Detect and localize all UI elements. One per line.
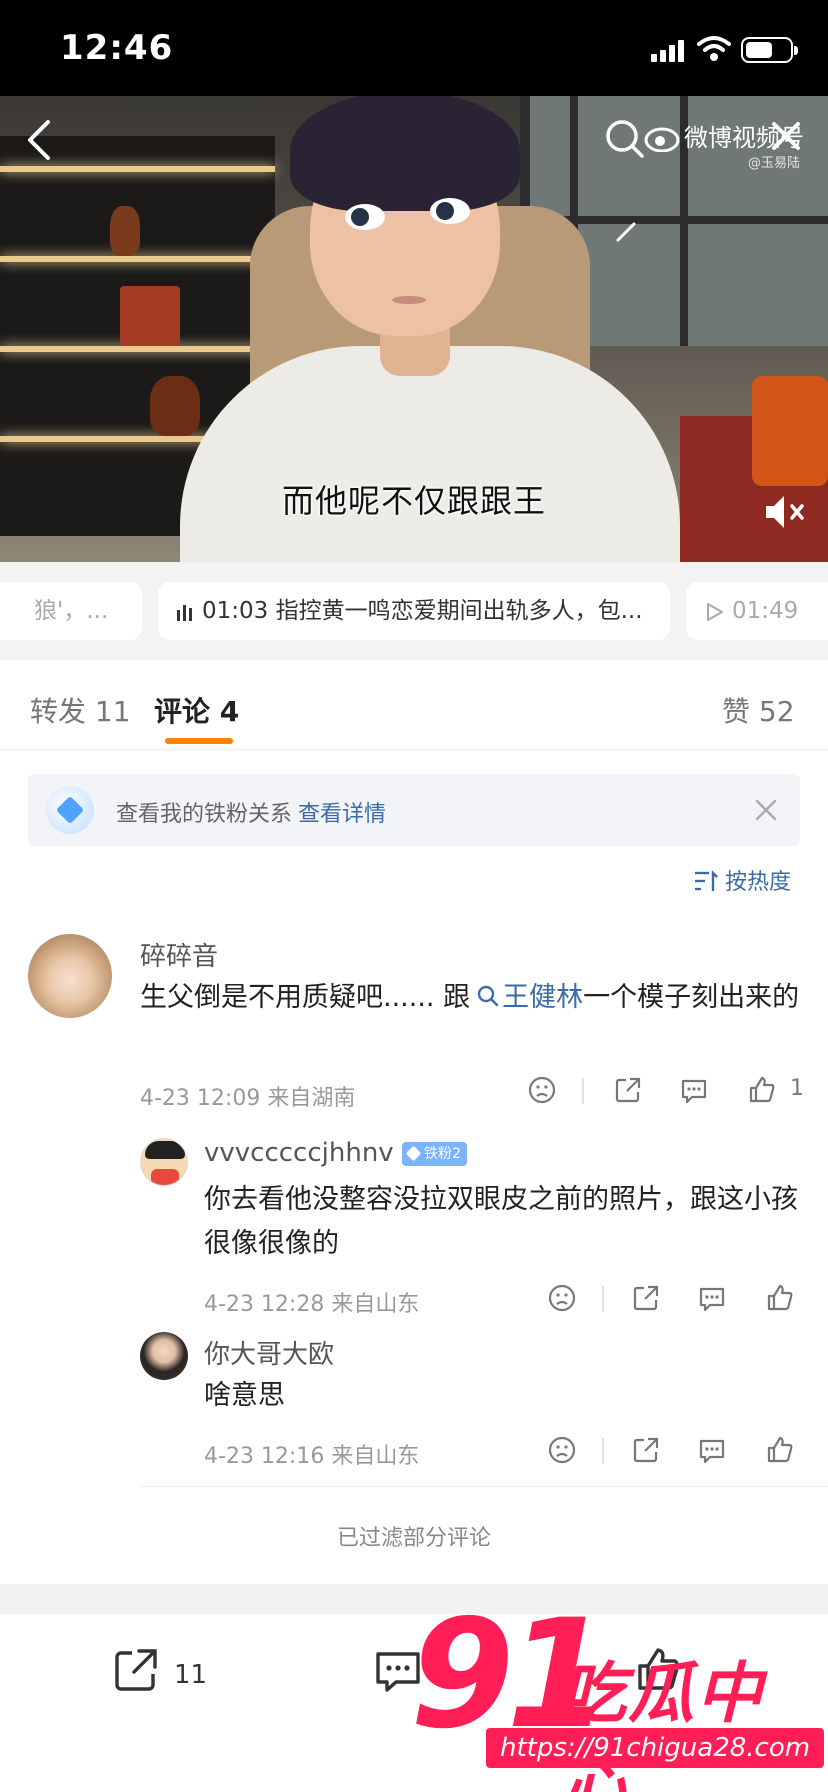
chapter-label: 01:03 指控黄一鸣恋爱期间出轨多人，包... — [202, 598, 643, 624]
fan-banner-text: 查看我的铁粉关系 查看详情 — [116, 796, 386, 828]
reply-meta: 4-23 12:16 来自山东 — [204, 1444, 420, 1469]
comment-divider — [140, 1486, 828, 1487]
badge-label: 铁粉2 — [424, 1146, 461, 1162]
fan-level-badge: 铁粉2 — [402, 1142, 467, 1166]
reply-author[interactable]: 你大哥大欧 — [204, 1334, 334, 1371]
repost-button[interactable]: 11 — [110, 1644, 230, 1704]
video-player[interactable]: 而他呢不仅跟跟王 微博视频号 @玉易陆 — [0, 96, 828, 562]
video-subtitle: 而他呢不仅跟跟王 — [281, 482, 546, 520]
fan-relationship-banner[interactable]: 查看我的铁粉关系 查看详情 — [28, 774, 800, 846]
reply-icon[interactable] — [696, 1434, 728, 1466]
reply-icon[interactable] — [678, 1074, 710, 1106]
tab-repost[interactable]: 转发 11 — [30, 690, 131, 730]
reply-actions — [546, 1282, 806, 1318]
reply-author[interactable]: vvvcccccjhhnv — [204, 1138, 394, 1168]
sort-label: 按热度 — [725, 870, 792, 895]
avatar[interactable] — [140, 1138, 188, 1186]
share-icon[interactable] — [630, 1434, 662, 1466]
person-body — [180, 346, 680, 562]
chapter-chip[interactable]: 狼'，... — [0, 582, 142, 640]
avatar[interactable] — [28, 934, 112, 1018]
search-icon — [477, 985, 499, 1007]
filtered-comments-note: 已过滤部分评论 — [336, 1526, 491, 1551]
comment-author[interactable]: 碎碎音 — [140, 936, 218, 973]
chapter-chip[interactable]: 01:49 — [686, 582, 828, 640]
back-arrow-icon[interactable] — [20, 116, 60, 164]
view-details-link[interactable]: 查看详情 — [298, 802, 386, 827]
comment-text-part: 生父倒是不用质疑吧...... 跟 — [140, 982, 471, 1013]
repost-icon — [115, 1649, 157, 1691]
dislike-face-icon[interactable] — [546, 1434, 578, 1466]
watermark-text: 吃瓜中心 — [560, 1655, 764, 1792]
share-icon[interactable] — [612, 1074, 644, 1106]
weibo-logo-icon — [644, 127, 680, 152]
play-icon — [707, 602, 723, 621]
share-icon[interactable] — [630, 1282, 662, 1314]
tab-comments[interactable]: 评论 4 — [154, 690, 239, 730]
wifi-icon — [697, 36, 731, 61]
playing-bars-icon — [177, 604, 192, 621]
sort-by-hot-button[interactable]: 按热度 — [693, 864, 791, 896]
sort-icon — [695, 870, 718, 891]
avatar-eye — [430, 198, 470, 224]
chapter-label: 01:49 — [732, 598, 799, 624]
tab-likes[interactable]: 赞 52 — [722, 690, 795, 730]
comment-text-part: 一个模子刻出来的 — [583, 982, 800, 1013]
status-time: 12:46 — [60, 28, 174, 68]
avatar-mouth — [392, 296, 426, 304]
fan-banner-label: 查看我的铁粉关系 — [116, 802, 293, 827]
chapter-label: 狼'，... — [34, 598, 109, 624]
diamond-fan-icon — [46, 786, 94, 834]
like-icon[interactable] — [746, 1074, 778, 1106]
active-tab-indicator — [165, 738, 233, 744]
reply-text: 你去看他没整容没拉双眼皮之前的照片，跟这小孩很像很像的 — [204, 1184, 798, 1259]
avatar-eye — [345, 204, 385, 230]
action-divider — [582, 1078, 584, 1104]
like-icon[interactable] — [764, 1434, 796, 1466]
mention-link[interactable]: 王健林 — [502, 982, 583, 1013]
chapter-strip[interactable]: 狼'，... 01:03 指控黄一鸣恋爱期间出轨多人，包... 01:49 — [0, 562, 828, 660]
close-icon[interactable] — [766, 116, 806, 156]
action-divider — [602, 1438, 604, 1464]
repost-count: 11 — [174, 1660, 208, 1690]
orange-box — [752, 376, 828, 486]
edit-icon[interactable] — [612, 216, 642, 246]
like-icon[interactable] — [764, 1282, 796, 1314]
close-icon[interactable] — [750, 794, 782, 826]
watermark-url: https://91chigua28.com — [486, 1728, 825, 1768]
comment-text: 生父倒是不用质疑吧...... 跟王健林一个模子刻出来的 — [140, 976, 800, 1020]
chapter-chip-active[interactable]: 01:03 指控黄一鸣恋爱期间出轨多人，包... — [158, 582, 670, 640]
cellular-signal-icon — [651, 40, 687, 62]
tab-bar: 转发 11 评论 4 赞 52 — [0, 660, 828, 750]
reply-meta: 4-23 12:28 来自山东 — [204, 1292, 420, 1317]
battery-icon — [741, 37, 798, 63]
like-count: 1 — [790, 1076, 804, 1101]
reply-text: 啥意思 — [204, 1380, 285, 1411]
action-divider — [602, 1286, 604, 1312]
status-bar: 12:46 — [0, 0, 828, 96]
comment-meta: 4-23 12:09 来自湖南 — [140, 1086, 356, 1111]
avatar[interactable] — [140, 1332, 188, 1380]
mute-icon[interactable] — [762, 490, 810, 534]
avatar-hair — [290, 96, 520, 211]
watermark-logo: 91 吃瓜中心 https://91chigua28.com — [410, 1600, 828, 1792]
dislike-face-icon[interactable] — [526, 1074, 558, 1106]
reply-actions — [546, 1434, 806, 1470]
comment-actions: 1 — [526, 1074, 806, 1110]
reply-icon[interactable] — [696, 1282, 728, 1314]
dislike-face-icon[interactable] — [546, 1282, 578, 1314]
